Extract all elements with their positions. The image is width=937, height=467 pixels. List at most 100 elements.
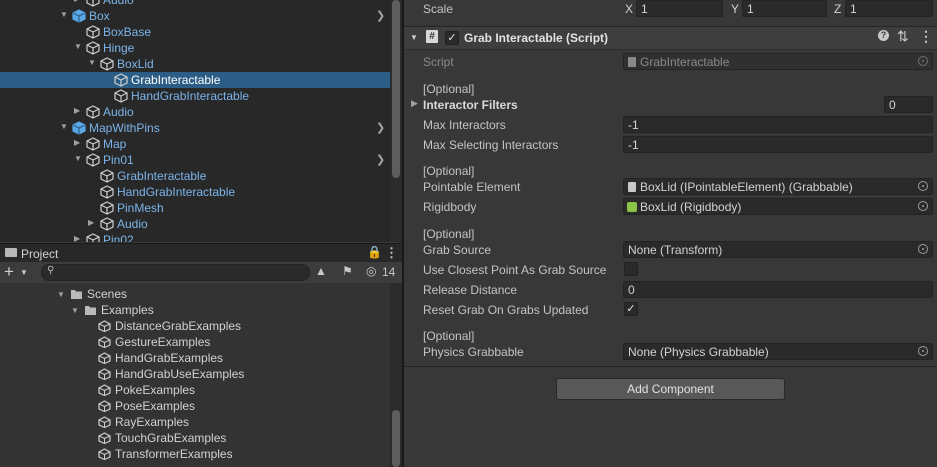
gameobject-icon [72,9,86,23]
fold-closed-icon[interactable]: ▶ [411,98,418,109]
project-item-label: PokeExamples [115,383,196,397]
max-selecting-interactors-field[interactable]: -1 [623,136,933,153]
fold-open-icon[interactable]: ▼ [60,11,68,19]
open-prefab-arrow-icon[interactable]: ❯ [376,153,385,166]
add-asset-button[interactable]: + [4,262,14,282]
project-scene-row[interactable]: HandGrabUseExamples [0,366,390,382]
hierarchy-row[interactable]: ▶ Pin02 [0,232,390,242]
hidden-count: 14 [382,265,396,279]
reset-grab-checkbox[interactable]: ✓ [624,302,638,316]
project-tab-label[interactable]: Project [21,247,58,261]
hierarchy-row[interactable]: GrabInteractable [0,72,390,88]
script-value: GrabInteractable [640,55,730,69]
hierarchy-scroll-thumb[interactable] [392,0,400,178]
hierarchy-row[interactable]: ▼ Hinge [0,40,390,56]
hierarchy-row[interactable]: ▼ BoxLid [0,56,390,72]
help-icon[interactable]: ? [878,30,889,41]
hierarchy-row[interactable]: ▶ Map [0,136,390,152]
max-interactors-field[interactable]: -1 [623,116,933,133]
max-interactors-label: Max Interactors [423,118,506,132]
folder-icon [5,248,17,257]
hierarchy-row[interactable]: ▼ Pin01 ❯ [0,152,390,168]
object-picker-icon[interactable] [918,346,928,356]
project-scene-row[interactable]: HandGrabExamples [0,350,390,366]
hierarchy-item-label: HandGrabInteractable [131,89,250,103]
fold-closed-icon[interactable]: ▶ [88,219,96,227]
filter-by-label-icon[interactable]: ⚑ [342,264,353,278]
fold-open-icon[interactable]: ▼ [74,155,82,163]
hierarchy-item-label: Audio [103,0,134,7]
scale-x-field[interactable]: 1 [636,0,723,17]
grab-source-label: Grab Source [423,243,492,257]
hierarchy-row[interactable]: GrabInteractable [0,168,390,184]
fold-open-icon[interactable]: ▼ [57,290,65,299]
filter-by-type-icon[interactable]: ▲ [315,264,327,278]
open-prefab-arrow-icon[interactable]: ❯ [376,121,385,134]
hierarchy-item-label: GrabInteractable [131,73,221,87]
fold-open-icon[interactable]: ▼ [410,33,418,42]
hierarchy-row[interactable]: PinMesh [0,200,390,216]
fold-closed-icon[interactable]: ▶ [74,235,82,243]
project-item-label: HandGrabUseExamples [115,367,245,381]
open-prefab-arrow-icon[interactable]: ❯ [376,9,385,22]
scale-y-field[interactable]: 1 [742,0,827,17]
hierarchy-row[interactable]: ▶ Audio [0,216,390,232]
project-scene-row[interactable]: RayExamples [0,414,390,430]
hierarchy-row[interactable]: HandGrabInteractable [0,88,390,104]
physics-grabbable-field[interactable]: None (Physics Grabbable) [623,343,933,360]
project-scene-row[interactable]: GestureExamples [0,334,390,350]
component-enabled-checkbox[interactable]: ✓ [445,31,459,45]
release-distance-field[interactable]: 0 [623,281,933,298]
interactor-filters-count[interactable]: 0 [884,96,933,113]
add-component-button[interactable]: Add Component [556,378,785,400]
hierarchy-row[interactable]: BoxBase [0,24,390,40]
fold-open-icon[interactable]: ▼ [71,306,79,315]
rigidbody-field[interactable]: BoxLid (Rigidbody) [623,198,933,215]
search-icon: ⚲ [47,265,55,276]
hierarchy-row[interactable]: ▼ MapWithPins ❯ [0,120,390,136]
project-scene-row[interactable]: PokeExamples [0,382,390,398]
kebab-menu-icon[interactable]: ⋮ [919,28,933,45]
presets-icon[interactable]: ⇅ [897,28,909,45]
project-scroll-thumb[interactable] [392,410,400,467]
hierarchy-row[interactable]: ▼ Box ❯ [0,8,390,24]
project-scene-row[interactable]: TransformerExamples [0,446,390,462]
use-closest-point-checkbox[interactable] [624,262,638,276]
pointable-element-field[interactable]: BoxLid (IPointableElement) (Grabbable) [623,178,933,195]
fold-closed-icon[interactable]: ▶ [74,107,82,115]
project-item-label: HandGrabExamples [115,351,224,365]
object-picker-icon[interactable] [918,244,928,254]
project-folder-row[interactable]: ▼ Examples [0,302,390,318]
object-picker-icon[interactable] [918,181,928,191]
hierarchy-row[interactable]: HandGrabInteractable [0,184,390,200]
component-header[interactable]: ▼ # ✓ Grab Interactable (Script) ? ⇅ ⋮ [404,26,937,50]
lock-icon[interactable]: 🔒 [367,245,382,259]
fold-open-icon[interactable]: ▼ [60,123,68,131]
script-label: Script [423,55,454,69]
fold-closed-icon[interactable]: ▶ [74,0,82,3]
project-scene-row[interactable]: PoseExamples [0,398,390,414]
fold-open-icon[interactable]: ▼ [74,43,82,51]
scale-z-field[interactable]: 1 [845,0,933,17]
project-scene-row[interactable]: DistanceGrabExamples [0,318,390,334]
project-scene-row[interactable]: TouchGrabExamples [0,430,390,446]
chevron-down-icon[interactable]: ▼ [20,268,28,277]
unity-scene-icon [98,336,111,349]
project-folder-row[interactable]: ▼ Scenes [0,286,390,302]
hierarchy-item-label: GrabInteractable [117,169,207,183]
hierarchy-row[interactable]: ▶ Audio [0,0,390,8]
scale-y-label[interactable]: Y [731,2,739,16]
optional-tag: [Optional] [423,329,475,343]
folder-icon [84,304,97,316]
kebab-menu-icon[interactable]: ⋮ [385,245,398,261]
scale-x-label[interactable]: X [625,2,633,16]
fold-closed-icon[interactable]: ▶ [74,139,82,147]
hidden-eye-icon[interactable]: ◎ [366,264,376,278]
scale-z-label[interactable]: Z [834,2,841,16]
fold-open-icon[interactable]: ▼ [88,59,96,67]
interactor-filters-label[interactable]: Interactor Filters [423,98,518,112]
object-picker-icon[interactable] [918,201,928,211]
hierarchy-row[interactable]: ▶ Audio [0,104,390,120]
project-search-input[interactable]: ⚲ [41,264,310,281]
grab-source-field[interactable]: None (Transform) [623,241,933,258]
